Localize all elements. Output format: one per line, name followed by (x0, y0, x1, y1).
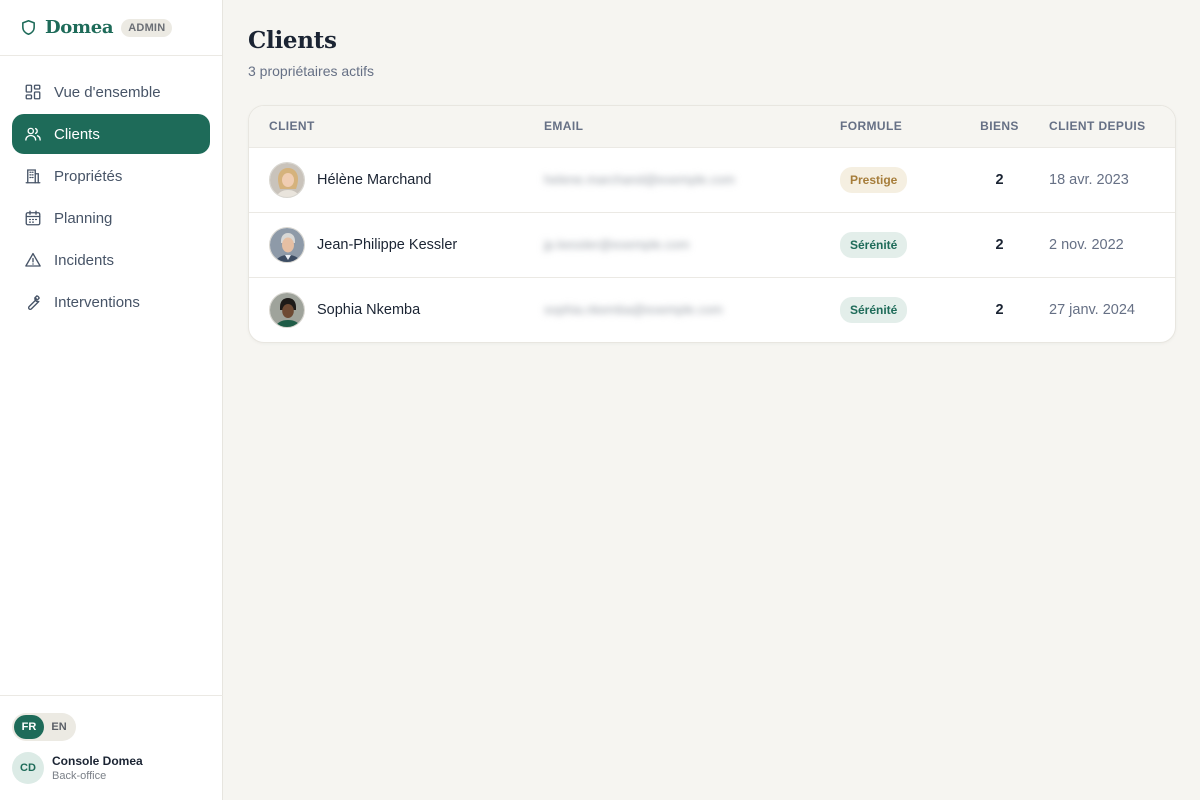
sidebar-item-label: Vue d'ensemble (54, 83, 161, 101)
client-name: Jean-Philippe Kessler (317, 236, 458, 253)
sidebar-item-interventions[interactable]: Interventions (12, 282, 210, 322)
user-role: Back-office (52, 770, 107, 782)
column-header-email[interactable]: EMAIL (544, 106, 840, 147)
sidebar-nav: Vue d'ensemble Clients Propriétés Planni… (0, 72, 222, 322)
client-name: Sophia Nkemba (317, 301, 421, 318)
brand-name: Domea (45, 17, 114, 38)
clients-table-card: CLIENT EMAIL FORMULE BIENS CLIENT DEPUIS (248, 105, 1176, 343)
sidebar-item-proprietes[interactable]: Propriétés (12, 156, 210, 196)
sidebar-item-label: Incidents (54, 251, 115, 269)
users-icon (24, 125, 42, 143)
main-content: Clients 3 propriétaires actifs CLIENT EM… (224, 0, 1200, 800)
client-email: sophia.nkemba@exemple.com (544, 301, 723, 317)
client-name: Hélène Marchand (317, 171, 432, 188)
client-since-date: 2 nov. 2022 (1049, 236, 1124, 253)
sidebar-item-label: Interventions (54, 293, 140, 311)
sidebar-item-label: Propriétés (54, 167, 123, 185)
client-avatar (269, 161, 305, 198)
column-header-biens[interactable]: BIENS (957, 106, 1042, 147)
client-email: jp.kessler@exemple.com (544, 236, 690, 252)
table-row[interactable]: Hélène Marchand helene.marchand@exemple.… (249, 146, 1175, 212)
table-row[interactable]: Sophia Nkemba sophia.nkemba@exemple.com … (249, 276, 1175, 342)
column-header-formule[interactable]: FORMULE (840, 106, 957, 147)
client-since-date: 27 janv. 2024 (1049, 301, 1135, 318)
client-email: helene.marchand@exemple.com (544, 171, 735, 187)
language-switch: FR EN (12, 713, 76, 741)
shield-logo-icon (20, 19, 37, 36)
page-title: Clients (248, 27, 337, 54)
building-icon (24, 167, 42, 185)
user-profile[interactable]: CD Console Domea Back-office (12, 752, 211, 784)
sidebar: Domea ADMIN Vue d'ensemble Clients Propr… (0, 0, 223, 800)
client-since-date: 18 avr. 2023 (1049, 171, 1129, 188)
biens-count: 2 (995, 171, 1004, 188)
sidebar-item-incidents[interactable]: Incidents (12, 240, 210, 280)
warning-triangle-icon (24, 251, 42, 269)
column-header-client[interactable]: CLIENT (249, 106, 544, 147)
sidebar-item-vue-ensemble[interactable]: Vue d'ensemble (12, 72, 210, 112)
client-avatar (269, 226, 305, 263)
lang-en-button[interactable]: EN (44, 715, 74, 739)
sidebar-item-label: Planning (54, 209, 113, 227)
wrench-icon (24, 293, 42, 311)
avatar: CD (12, 752, 44, 784)
sidebar-item-planning[interactable]: Planning (12, 198, 210, 238)
biens-count: 2 (995, 236, 1004, 253)
dashboard-grid-icon (24, 83, 42, 101)
column-header-client-depuis[interactable]: CLIENT DEPUIS (1042, 106, 1175, 147)
clients-table: CLIENT EMAIL FORMULE BIENS CLIENT DEPUIS (249, 106, 1175, 342)
page-subtitle: 3 propriétaires actifs (248, 63, 375, 79)
formule-badge: Sérénité (840, 296, 908, 323)
biens-count: 2 (995, 301, 1004, 318)
client-avatar (269, 291, 305, 328)
sidebar-item-clients[interactable]: Clients (12, 114, 210, 154)
admin-badge: ADMIN (121, 18, 173, 37)
formule-badge: Sérénité (840, 231, 908, 258)
user-name: Console Domea (52, 754, 143, 768)
brand-header[interactable]: Domea ADMIN (0, 0, 222, 56)
calendar-icon (24, 209, 42, 227)
table-header-row: CLIENT EMAIL FORMULE BIENS CLIENT DEPUIS (249, 106, 1175, 147)
sidebar-footer: FR EN CD Console Domea Back-office (0, 695, 223, 800)
table-row[interactable]: Jean-Philippe Kessler jp.kessler@exemple… (249, 211, 1175, 277)
lang-fr-button[interactable]: FR (14, 715, 44, 739)
sidebar-item-label: Clients (54, 125, 100, 143)
formule-badge: Prestige (840, 166, 908, 193)
